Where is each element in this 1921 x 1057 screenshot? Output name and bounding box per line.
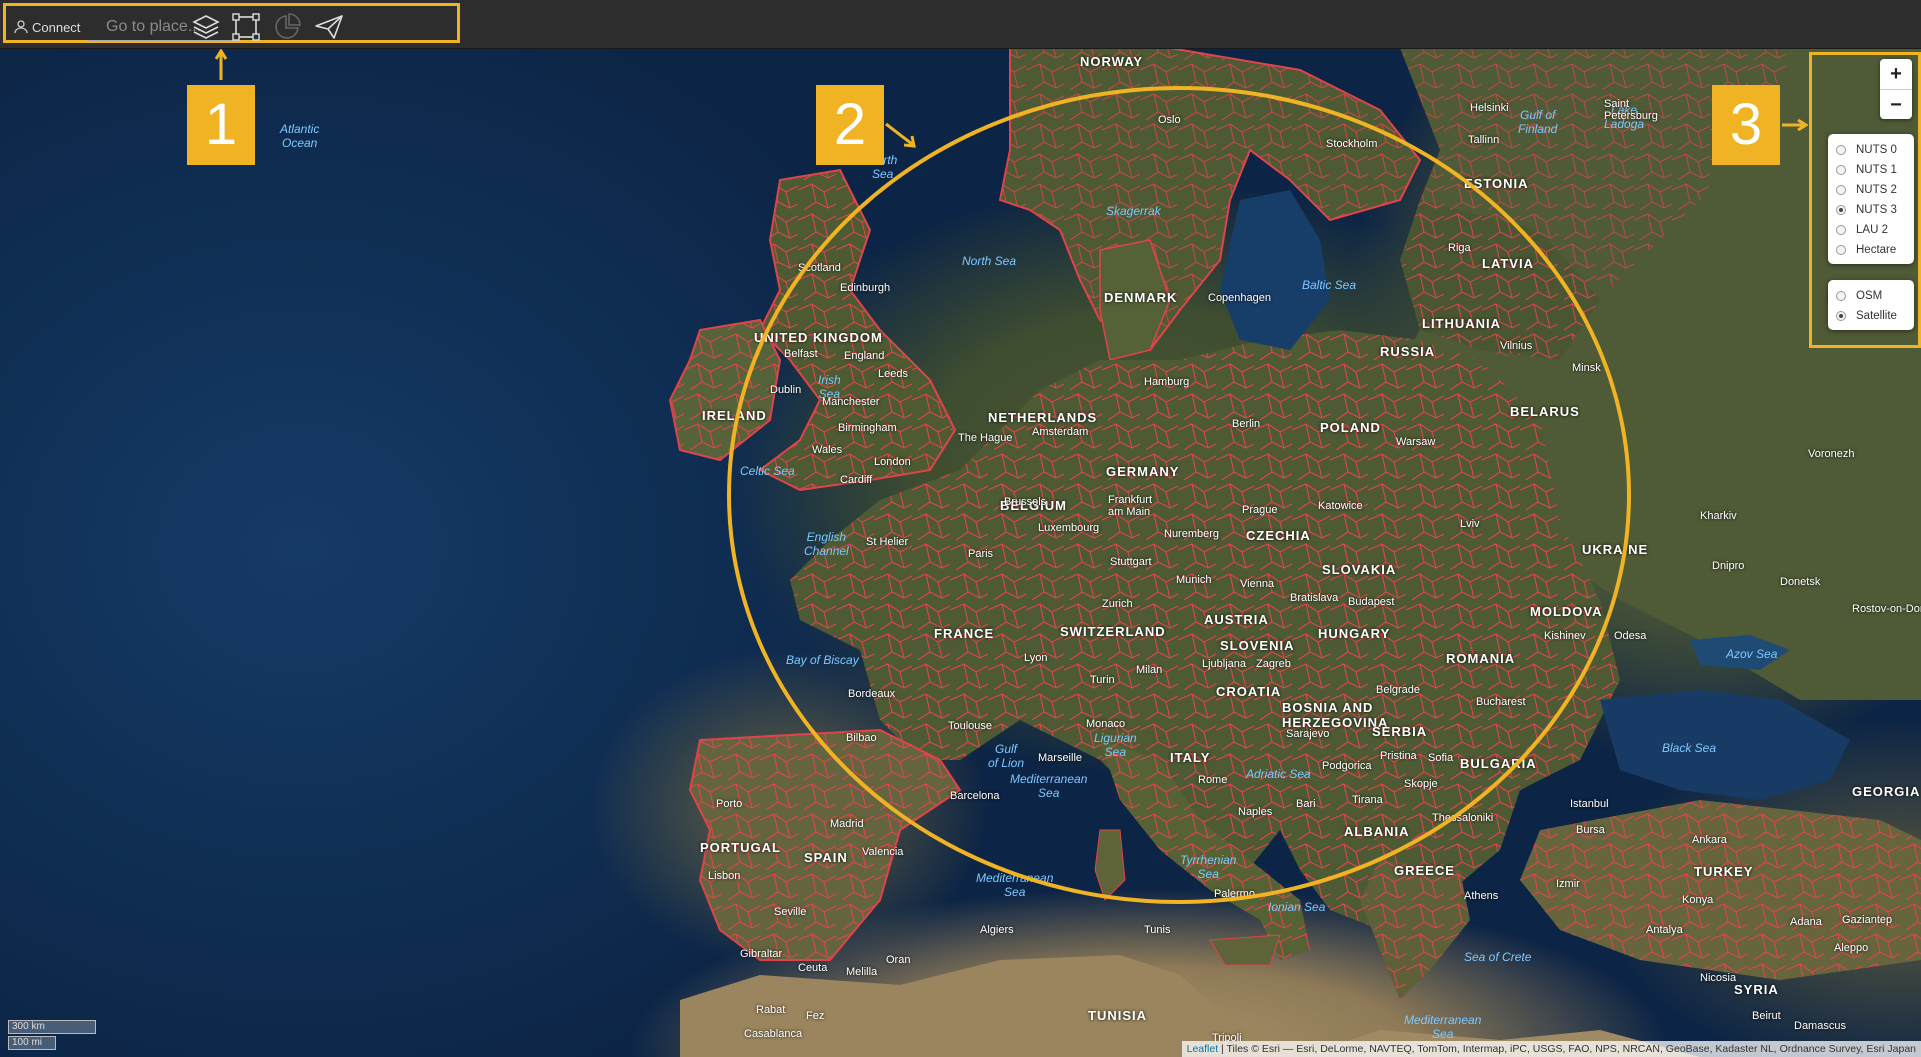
level-option[interactable]: Hectare (1836, 240, 1906, 260)
statistics-button[interactable] (270, 12, 304, 42)
radio-selected-icon (1836, 311, 1846, 321)
selection-button[interactable] (229, 12, 263, 42)
level-selector: NUTS 0 NUTS 1 NUTS 2 NUTS 3 LAU 2 Hectar… (1828, 134, 1914, 264)
connect-label: Connect (32, 19, 81, 35)
level-option[interactable]: NUTS 1 (1836, 160, 1906, 180)
selection-square-icon (232, 13, 260, 41)
level-option[interactable]: LAU 2 (1836, 220, 1906, 240)
radio-selected-icon (1836, 205, 1846, 215)
option-label: NUTS 1 (1856, 164, 1897, 176)
top-toolbar: Connect (0, 0, 1921, 49)
toolbar-highlight-frame: Connect (3, 3, 460, 43)
option-label: Hectare (1856, 244, 1897, 256)
option-label: OSM (1856, 290, 1883, 302)
map-attribution: Leaflet | Tiles © Esri — Esri, DeLorme, … (1181, 1041, 1921, 1057)
attribution-text: | Tiles © Esri — Esri, DeLorme, NAVTEQ, … (1218, 1043, 1916, 1055)
zoom-in-button[interactable]: + (1880, 59, 1912, 89)
zoom-out-button[interactable]: − (1880, 89, 1912, 119)
step-badge-2: 2 (816, 85, 884, 165)
send-button[interactable] (312, 12, 346, 42)
option-label: NUTS 2 (1856, 184, 1897, 196)
level-option[interactable]: NUTS 2 (1836, 180, 1906, 200)
arrow-up-icon (215, 48, 227, 80)
radio-icon (1836, 185, 1846, 195)
layers-icon (192, 15, 220, 39)
scale-metric: 300 km (8, 1020, 96, 1034)
radio-icon (1836, 291, 1846, 301)
basemap-option[interactable]: OSM (1836, 286, 1906, 306)
pie-chart-icon (275, 13, 301, 39)
layers-button[interactable] (189, 12, 223, 42)
basemap-selector: OSM Satellite (1828, 280, 1914, 330)
send-icon (315, 15, 343, 39)
option-label: Satellite (1856, 310, 1897, 322)
radio-icon (1836, 245, 1846, 255)
connect-button[interactable]: Connect (14, 16, 80, 38)
step-badge-3: 3 (1712, 85, 1780, 165)
radio-icon (1836, 145, 1846, 155)
level-option[interactable]: NUTS 3 (1836, 200, 1906, 220)
zoom-control: + − (1880, 59, 1912, 119)
option-label: LAU 2 (1856, 224, 1888, 236)
radio-icon (1836, 225, 1846, 235)
user-icon (14, 20, 28, 34)
basemap-option[interactable]: Satellite (1836, 306, 1906, 326)
map-landmass (668, 48, 1921, 1057)
option-label: NUTS 0 (1856, 144, 1897, 156)
option-label: NUTS 3 (1856, 204, 1897, 216)
scale-imperial: 100 mi (8, 1036, 56, 1050)
leaflet-link[interactable]: Leaflet (1187, 1043, 1219, 1055)
radio-icon (1836, 165, 1846, 175)
map-view[interactable]: Atlantic Ocean North Sea North Sea Skage… (0, 48, 1921, 1057)
level-option[interactable]: NUTS 0 (1836, 140, 1906, 160)
step-badge-1: 1 (187, 85, 255, 165)
arrow-diagonal-icon (885, 122, 916, 148)
arrow-right-icon (1782, 118, 1808, 132)
